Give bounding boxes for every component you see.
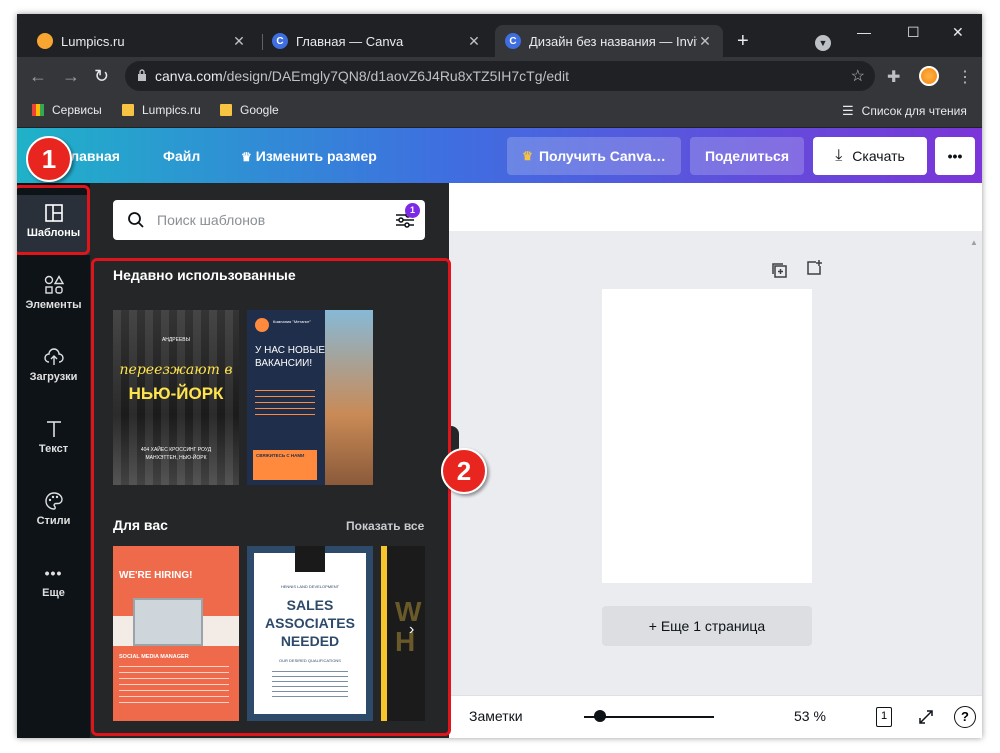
close-tab-icon[interactable]: ✕: [697, 33, 713, 50]
tab-canva-design[interactable]: C Дизайн без названия — Invitat ✕: [495, 25, 723, 57]
new-tab-plus-icon[interactable]: +: [737, 30, 749, 53]
zoom-slider-knob[interactable]: [594, 710, 606, 722]
more-icon: •••: [44, 565, 63, 581]
browser-menu-icon[interactable]: ⋮: [957, 67, 973, 87]
search-icon: [128, 212, 144, 228]
more-options-button[interactable]: •••: [935, 137, 975, 175]
sidebar-item-text[interactable]: Текст: [17, 411, 90, 471]
close-tab-icon[interactable]: ✕: [466, 33, 482, 50]
sidebar-item-label: Стили: [36, 515, 71, 527]
scroll-up-icon[interactable]: ▲: [970, 238, 978, 247]
lumpics-favicon-icon: [37, 33, 53, 49]
tab-title: Главная — Canva: [296, 33, 404, 49]
editor-toolbar-area: [449, 183, 982, 231]
crown-icon: ♛: [522, 149, 533, 163]
apps-grid-icon: [32, 104, 44, 116]
annotation-badge-2: 2: [441, 448, 487, 494]
annotation-highlight-panel: [91, 258, 451, 736]
bookmark-label: Сервисы: [52, 103, 102, 117]
download-label: Скачать: [852, 148, 905, 164]
canva-favicon-icon: C: [272, 33, 288, 49]
bookmark-google[interactable]: Google: [220, 103, 279, 117]
file-menu[interactable]: Файл: [163, 148, 200, 164]
tab-search-chevron-icon[interactable]: ▼: [815, 35, 831, 51]
sidebar-item-label: Элементы: [25, 299, 82, 311]
crown-icon: ♛: [241, 150, 252, 164]
profile-avatar[interactable]: [919, 66, 939, 86]
editor-footer: Заметки 53 % 1 ?: [449, 695, 982, 738]
address-bar[interactable]: canva.com /design/DAEmgly7QN8/d1aovZ6J4R…: [125, 61, 875, 91]
tab-title: Дизайн без названия — Invitat: [529, 33, 697, 49]
back-arrow-icon[interactable]: ←: [29, 66, 47, 87]
bookmarks-bar: Сервисы Lumpics.ru Google ☰ Список для ч…: [17, 95, 982, 128]
cloud-upload-icon: [43, 348, 64, 365]
sidebar-item-uploads[interactable]: Загрузки: [17, 339, 90, 399]
close-window-icon[interactable]: ✕: [952, 24, 964, 41]
get-canva-pro-button[interactable]: ♛ Получить Canva…: [507, 137, 681, 175]
minimize-icon[interactable]: —: [857, 24, 871, 40]
sidebar-item-label: Загрузки: [29, 371, 78, 383]
help-icon[interactable]: ?: [954, 706, 976, 728]
add-page-button[interactable]: + Еще 1 страница: [602, 606, 812, 646]
reading-list[interactable]: ☰ Список для чтения: [842, 103, 967, 119]
annotation-badge-1: 1: [26, 136, 72, 182]
palette-icon: [44, 492, 63, 510]
lock-icon: [138, 69, 146, 81]
folder-icon: [122, 104, 134, 116]
resize-label: Изменить размер: [255, 148, 377, 164]
template-search-input[interactable]: Поиск шаблонов 1: [113, 200, 425, 240]
close-tab-icon[interactable]: ✕: [231, 33, 247, 50]
tab-lumpics[interactable]: Lumpics.ru ✕: [27, 25, 257, 57]
reading-list-icon: ☰: [842, 103, 854, 118]
bookmark-services[interactable]: Сервисы: [32, 103, 102, 117]
url-domain: canva.com: [155, 68, 223, 84]
sidebar-item-elements[interactable]: Элементы: [17, 267, 90, 327]
bookmark-lumpics[interactable]: Lumpics.ru: [122, 103, 201, 117]
text-icon: [46, 421, 61, 437]
zoom-percentage[interactable]: 53 %: [794, 708, 826, 724]
browser-window: Lumpics.ru ✕ C Главная — Canva ✕ C Дизай…: [17, 14, 982, 738]
design-page[interactable]: [602, 289, 812, 583]
canva-favicon-icon: C: [505, 33, 521, 49]
canvas-area: + Еще 1 страница ▲ ︿: [449, 183, 982, 738]
bookmark-star-icon[interactable]: ☆: [851, 66, 865, 86]
maximize-icon[interactable]: ☐: [907, 24, 920, 41]
share-button[interactable]: Поделиться: [690, 137, 804, 175]
add-page-icon[interactable]: [805, 259, 823, 277]
page-count-button[interactable]: 1: [876, 707, 892, 727]
canva-header: Главная Файл ♛ Изменить размер ♛ Получить …: [17, 128, 982, 183]
extensions-puzzle-icon[interactable]: ✚: [887, 67, 900, 87]
tab-canva-home[interactable]: C Главная — Canva ✕: [262, 25, 492, 57]
download-icon: ⤓: [835, 147, 843, 164]
duplicate-page-icon[interactable]: [770, 261, 788, 279]
browser-toolbar: ← → ↻ canva.com /design/DAEmgly7QN8/d1ao…: [17, 57, 982, 95]
editor-sidebar: Шаблоны Элементы Загрузки Текст Стили ••…: [17, 183, 90, 738]
notes-button[interactable]: Заметки: [469, 708, 523, 724]
resize-button[interactable]: ♛ Изменить размер: [241, 148, 377, 164]
tab-strip: Lumpics.ru ✕ C Главная — Canva ✕ C Дизай…: [17, 14, 982, 57]
download-button[interactable]: ⤓ Скачать: [813, 137, 927, 175]
sidebar-item-label: Еще: [42, 587, 65, 599]
search-placeholder: Поиск шаблонов: [157, 212, 266, 228]
tab-title: Lumpics.ru: [61, 33, 125, 49]
sidebar-item-styles[interactable]: Стили: [17, 483, 90, 543]
annotation-highlight-templates: [17, 185, 90, 255]
forward-arrow-icon[interactable]: →: [62, 66, 80, 87]
sidebar-item-more[interactable]: ••• Еще: [17, 555, 90, 615]
url-path: /design/DAEmgly7QN8/d1aovZ6J4Ru8xTZ5IH7c…: [222, 68, 569, 84]
sidebar-item-label: Текст: [38, 443, 69, 455]
folder-icon: [220, 104, 232, 116]
pro-label: Получить Canva…: [538, 148, 666, 164]
bookmark-label: Google: [240, 103, 279, 117]
vertical-scrollbar[interactable]: ▲: [970, 238, 978, 683]
bookmark-label: Lumpics.ru: [142, 103, 201, 117]
reading-list-label: Список для чтения: [861, 104, 967, 118]
filter-count-badge: 1: [405, 203, 420, 218]
fullscreen-icon[interactable]: [917, 708, 935, 726]
reload-icon[interactable]: ↻: [94, 66, 109, 87]
shapes-icon: [44, 275, 64, 294]
